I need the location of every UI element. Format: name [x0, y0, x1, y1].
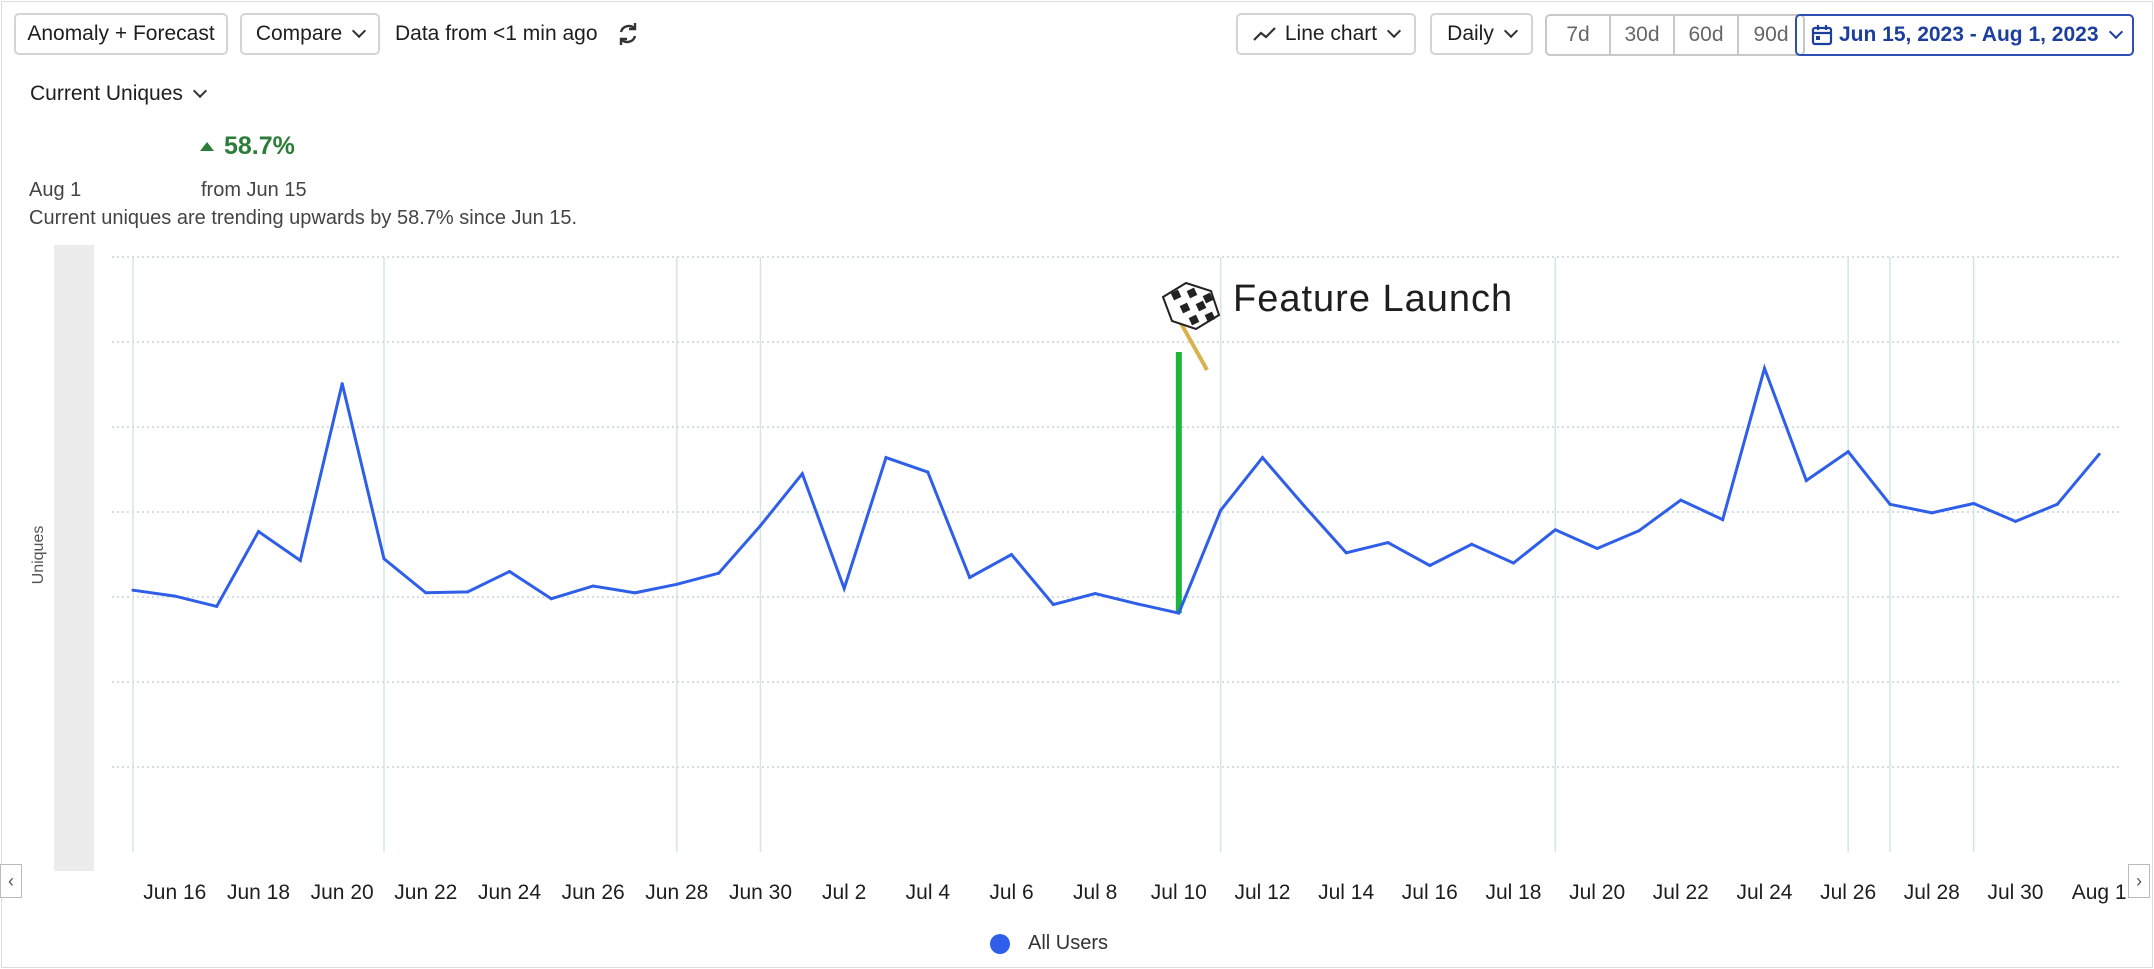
data-point[interactable]	[2013, 519, 2017, 523]
x-tick-label: Jun 20	[311, 881, 374, 904]
data-point[interactable]	[1344, 551, 1348, 555]
feature-launch-label: Feature Launch	[1233, 278, 1513, 320]
data-point[interactable]	[1135, 602, 1139, 606]
data-point[interactable]	[591, 584, 595, 588]
data-point[interactable]	[1846, 450, 1850, 454]
x-tick-label: Jun 26	[562, 881, 625, 904]
data-point[interactable]	[1219, 508, 1223, 512]
data-point[interactable]	[1972, 502, 1976, 505]
x-tick-label: Jul 30	[1987, 881, 2043, 904]
x-tick-label: Jul 22	[1653, 881, 1709, 904]
data-point[interactable]	[2097, 452, 2101, 456]
data-point[interactable]	[1553, 528, 1557, 532]
data-point[interactable]	[675, 582, 679, 586]
series-line-all-users	[132, 363, 2101, 615]
x-tick-label: Jul 20	[1569, 881, 1625, 904]
x-tick-label: Jul 8	[1073, 881, 1117, 904]
x-tick-label: Jun 30	[729, 881, 792, 904]
data-point[interactable]	[1302, 504, 1306, 508]
data-point[interactable]	[926, 470, 930, 474]
data-point[interactable]	[1888, 502, 1892, 506]
data-point[interactable]	[1511, 561, 1515, 565]
checkered-flag-icon	[1161, 281, 1221, 371]
data-point[interactable]	[131, 588, 135, 592]
data-point[interactable]	[842, 587, 846, 590]
x-tick-label: Jul 28	[1904, 881, 1960, 904]
x-tick-label: Jul 6	[989, 881, 1033, 904]
line-chart: Jun 16 Jun 18 Jun 20 Jun 22 Jun 24 Jun 26 Jun …	[112, 256, 2127, 904]
x-tick-label: Jul 10	[1151, 881, 1207, 904]
data-point[interactable]	[1721, 518, 1725, 522]
data-point[interactable]	[507, 570, 511, 573]
x-tick-label: Jul 26	[1820, 881, 1876, 904]
data-point[interactable]	[1093, 592, 1097, 596]
data-point[interactable]	[1428, 564, 1432, 568]
data-point[interactable]	[1009, 553, 1013, 556]
data-point[interactable]	[1595, 547, 1599, 551]
scroll-right-button[interactable]: ›	[2128, 864, 2150, 898]
data-point[interactable]	[717, 571, 721, 575]
x-tick-label: Jun 18	[227, 881, 290, 904]
x-tick-label: Jul 2	[822, 881, 866, 904]
x-tick-label: Jun 16	[143, 881, 206, 904]
data-point[interactable]	[256, 530, 260, 534]
data-point[interactable]	[1051, 603, 1055, 607]
data-point[interactable]	[424, 591, 428, 595]
data-point[interactable]	[215, 604, 219, 608]
x-tick-label: Jul 24	[1736, 881, 1792, 904]
data-point[interactable]	[1386, 541, 1390, 545]
x-tick-label: Aug 1	[2072, 881, 2127, 904]
data-point[interactable]	[2055, 502, 2059, 506]
data-point[interactable]	[466, 590, 470, 594]
data-point[interactable]	[968, 575, 972, 579]
data-point[interactable]	[1762, 366, 1766, 370]
data-point[interactable]	[382, 557, 386, 561]
data-point[interactable]	[340, 382, 344, 386]
x-tick-label: Jul 4	[906, 881, 951, 904]
legend-label: All Users	[1028, 932, 1109, 954]
data-point[interactable]	[1679, 498, 1683, 502]
x-tick-label: Jun 22	[394, 881, 457, 904]
data-point[interactable]	[800, 472, 804, 476]
data-point[interactable]	[1177, 611, 1181, 615]
data-point[interactable]	[1260, 456, 1264, 460]
legend-swatch	[990, 933, 1010, 954]
data-point[interactable]	[549, 597, 553, 601]
x-tick-label: Jul 14	[1318, 881, 1374, 904]
data-point[interactable]	[884, 456, 888, 460]
x-tick-label: Jul 12	[1234, 881, 1290, 904]
x-tick-label: Jul 16	[1402, 881, 1458, 904]
data-point[interactable]	[1470, 542, 1474, 546]
data-point[interactable]	[1637, 529, 1641, 533]
data-point[interactable]	[1930, 511, 1934, 515]
data-point[interactable]	[173, 594, 177, 598]
data-point[interactable]	[758, 524, 762, 528]
scroll-left-button[interactable]: ‹	[0, 864, 22, 898]
data-point[interactable]	[1804, 479, 1808, 483]
x-tick-label: Jun 28	[645, 881, 708, 904]
legend-item-all-users[interactable]: All Users	[990, 932, 1108, 955]
data-point[interactable]	[633, 591, 637, 595]
x-tick-label: Jun 24	[478, 881, 541, 904]
data-point[interactable]	[298, 558, 302, 562]
x-tick-label: Jul 18	[1485, 881, 1541, 904]
